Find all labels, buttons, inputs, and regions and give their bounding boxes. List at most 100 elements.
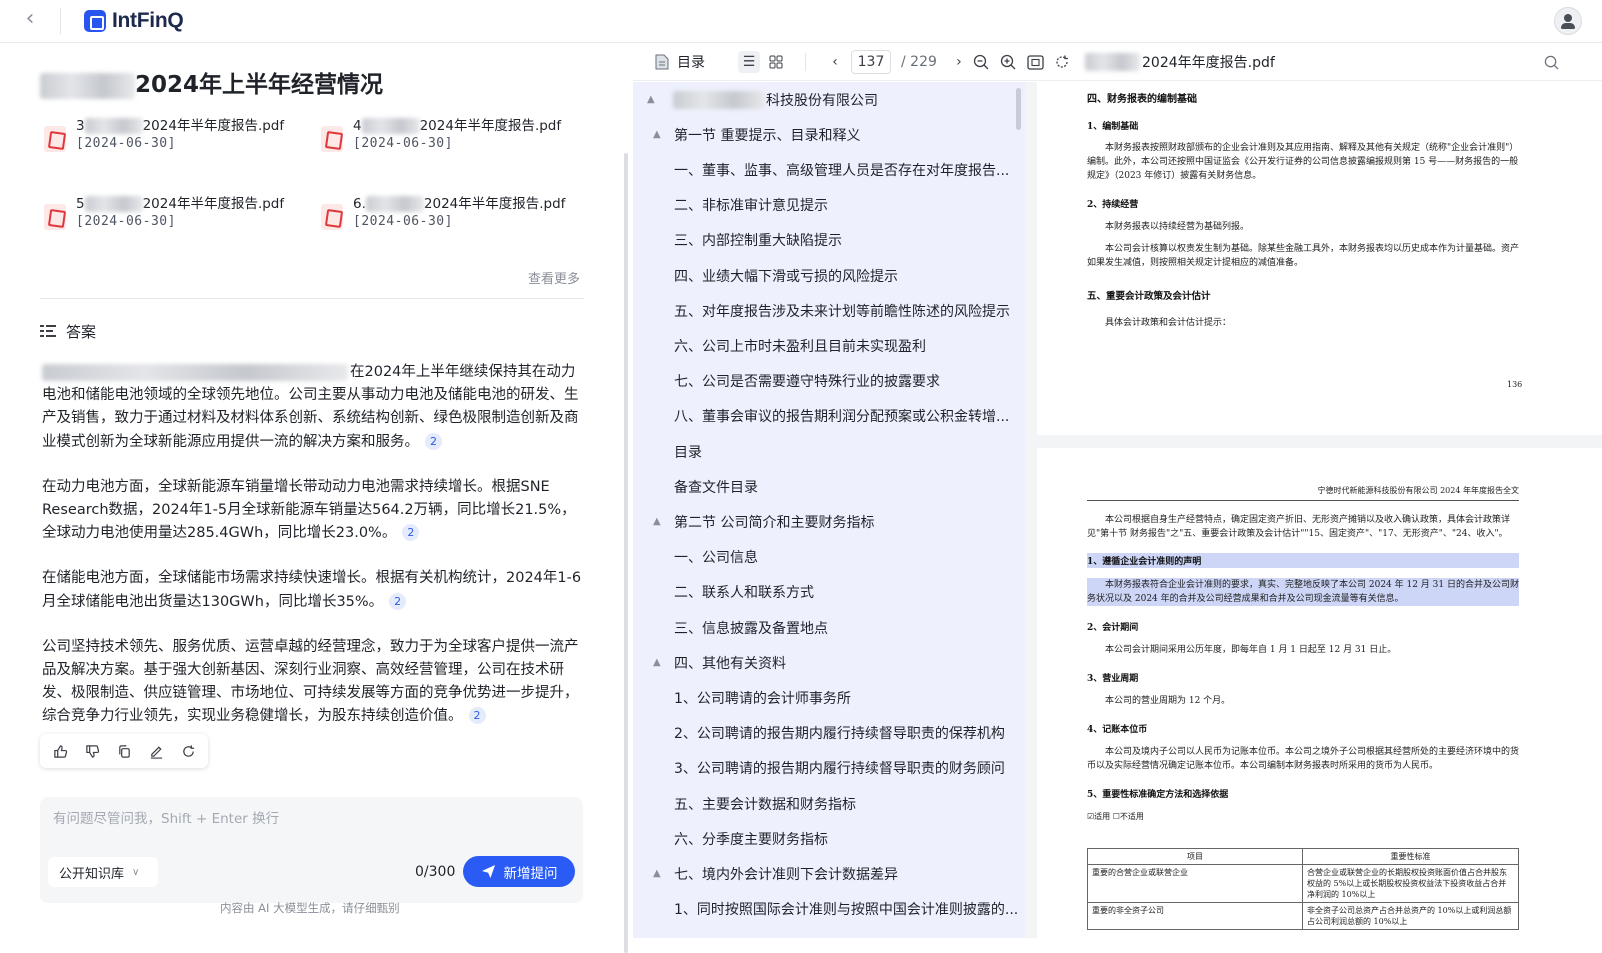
copy-icon[interactable] (108, 734, 140, 768)
citation-badge[interactable]: 2 (425, 432, 442, 450)
pdf-paragraph: ☑适用 ☐不适用 (1087, 812, 1144, 821)
toc-label: 目录 (677, 55, 705, 71)
ai-disclaimer: 内容由 AI 大模型生成，请仔细甄别 (220, 901, 400, 915)
pdf-table-cell: 重要的非全资子公司 (1087, 902, 1303, 930)
app-logo[interactable]: IntFinQ (84, 7, 184, 35)
pdf-heading-highlighted: 1、遵循企业会计准则的声明 (1087, 553, 1519, 568)
pdf-icon (44, 204, 66, 230)
toc-item[interactable]: 三、内部控制重大缺陷提示 (633, 223, 1025, 258)
pdf-table-cell: 合营企业或联营企业的长期股权投资账面价值占合并股东权益的 5%以上或长期股权投资… (1302, 864, 1519, 903)
divider (60, 8, 61, 34)
edit-icon[interactable] (140, 734, 172, 768)
regenerate-icon[interactable] (172, 734, 204, 768)
see-more-link[interactable]: 查看更多 (528, 268, 580, 287)
zoom-controls (971, 43, 1072, 81)
toc-item[interactable]: 六、公司上市时未盈利且目前未实现盈利 (633, 328, 1025, 363)
submit-question-button[interactable]: 新增提问 (463, 856, 575, 887)
toc-item[interactable]: 一、董事、监事、高级管理人员是否存在对年度报告... (633, 152, 1025, 187)
toc-item-label: 五、对年度报告涉及未来计划等前瞻性陈述的风险提示 (674, 303, 1010, 320)
toc-item[interactable]: 目录 (633, 434, 1025, 469)
source-doc-card[interactable]: 4 2024年半年度报告.pdf [2024-06-30] (321, 116, 581, 176)
answer-body: 在2024年上半年继续保持其在动力电池和储能电池领域的全球领先地位。公司主要从事… (42, 361, 587, 751)
grid-view-icon[interactable] (766, 52, 786, 72)
toc-item-label: 三、信息披露及备置地点 (674, 620, 828, 637)
page-total: / 229 (901, 54, 937, 70)
collapse-caret-icon[interactable]: ▲ (653, 129, 661, 140)
toc-item[interactable]: 五、对年度报告涉及未来计划等前瞻性陈述的风险提示 (633, 293, 1025, 328)
fit-page-icon[interactable] (1025, 52, 1045, 72)
collapse-caret-icon[interactable]: ▲ (647, 94, 655, 105)
toc-item[interactable]: 三、信息披露及备置地点 (633, 610, 1025, 645)
pdf-heading: 四、财务报表的编制基础 (1087, 94, 1197, 105)
toc-item[interactable]: 七、公司是否需要遵守特殊行业的披露要求 (633, 364, 1025, 399)
rotate-icon[interactable] (1052, 52, 1072, 72)
toc-item[interactable]: 2、公司聘请的报告期内履行持续督导职责的保荐机构 (633, 716, 1025, 751)
pdf-paragraph: 具体会计政策和会计估计提示： (1105, 318, 1232, 328)
citation-badge[interactable]: 2 (389, 592, 407, 610)
toc-item-label: 三、内部控制重大缺陷提示 (674, 233, 842, 250)
pdf-heading: 1、编制基础 (1087, 122, 1139, 132)
toc-scrollbar[interactable] (1016, 88, 1021, 130)
pdf-paragraph-highlighted: 本财务报表符合企业会计准则的要求，真实、完整地反映了本公司 2024 年 12 … (1087, 578, 1519, 606)
thumbs-down-icon[interactable] (76, 734, 108, 768)
toc-item[interactable]: 一、公司信息 (633, 540, 1025, 575)
toc-item[interactable]: 四、业绩大幅下滑或亏损的风险提示 (633, 258, 1025, 293)
back-icon[interactable]: ‹ (18, 8, 42, 32)
toc-toggle[interactable]: 目录 (655, 43, 705, 81)
toc-item[interactable]: ▲ 七、境内外会计准则下会计数据差异 (633, 856, 1025, 891)
toc-item[interactable]: 六、分季度主要财务指标 (633, 821, 1025, 856)
question-input[interactable] (53, 811, 563, 827)
collapse-caret-icon[interactable]: ▲ (653, 657, 661, 668)
source-doc-date: [2024-06-30] (76, 214, 176, 229)
toc-item[interactable]: 1、公司聘请的会计师事务所 (633, 680, 1025, 715)
answer-section-header: 答案 (40, 321, 96, 342)
toc-item-label: 3、公司聘请的报告期内履行持续督导职责的财务顾问 (674, 761, 1005, 778)
citation-badge[interactable]: 2 (468, 707, 486, 725)
file-name: 2024年年度报告.pdf (1085, 43, 1275, 81)
answer-section-label: 答案 (66, 323, 97, 341)
toc-item-label: 二、非标准审计意见提示 (674, 198, 828, 215)
list-view-icon[interactable]: ☰ (738, 51, 760, 73)
pdf-heading: 2、持续经营 (1087, 200, 1139, 210)
collapse-caret-icon[interactable]: ▲ (653, 868, 661, 879)
pdf-page-content: 四、财务报表的编制基础 1、编制基础 本财务报表按照财政部颁布的企业会计准则及其… (1087, 90, 1522, 330)
knowledge-base-label: 公开知识库 (59, 866, 125, 882)
next-page-icon[interactable]: › (949, 52, 969, 72)
thumbs-up-icon[interactable] (44, 734, 76, 768)
search-icon[interactable] (1541, 52, 1561, 72)
source-doc-card[interactable]: 6. 2024年半年度报告.pdf [2024-06-30] (321, 194, 581, 254)
toc-item-label: 四、其他有关资料 (674, 655, 786, 672)
divider (40, 298, 584, 299)
source-doc-date: [2024-06-30] (353, 136, 453, 151)
logo-icon (84, 10, 106, 32)
toc-item[interactable]: ▲ 第一节 重要提示、目录和释义 (633, 117, 1025, 152)
pdf-table-header: 重要性标准 (1302, 848, 1519, 865)
toc-item[interactable]: 备查文件目录 (633, 469, 1025, 504)
toc-item[interactable]: 3、公司聘请的报告期内履行持续督导职责的财务顾问 (633, 751, 1025, 786)
toc-item[interactable]: 八、董事会审议的报告期利润分配预案或公积金转增... (633, 399, 1025, 434)
pdf-paragraph: 本公司根据自身生产经营特点，确定固定资产折旧、无形资产摊销以及收入确认政策，具体… (1087, 515, 1511, 539)
collapse-caret-icon[interactable]: ▲ (653, 516, 661, 527)
page-number-input[interactable]: 137 (851, 50, 891, 74)
toc-item[interactable]: 五、主要会计数据和财务指标 (633, 786, 1025, 821)
toc-item[interactable]: 1、同时按照国际会计准则与按照中国会计准则披露的... (633, 892, 1025, 927)
zoom-out-icon[interactable] (971, 52, 991, 72)
source-doc-card[interactable]: 5 2024年半年度报告.pdf [2024-06-30] (44, 194, 304, 254)
toc-item-label: 五、主要会计数据和财务指标 (674, 796, 856, 813)
toc-item[interactable]: ▲ 科技股份有限公司 (633, 82, 1025, 117)
knowledge-base-select[interactable]: 公开知识库 ∨ (48, 857, 158, 887)
citation-badge[interactable]: 2 (402, 524, 420, 542)
prev-page-icon[interactable]: ‹ (825, 52, 845, 72)
pdf-icon (321, 126, 343, 152)
toc-item-label: 六、公司上市时未盈利且目前未实现盈利 (674, 338, 926, 355)
toc-item-label: 六、分季度主要财务指标 (674, 831, 828, 848)
toc-item[interactable]: 二、联系人和联系方式 (633, 575, 1025, 610)
toc-item[interactable]: ▲ 第二节 公司简介和主要财务指标 (633, 504, 1025, 539)
source-doc-card[interactable]: 3 2024年半年度报告.pdf [2024-06-30] (44, 116, 304, 176)
left-scrollbar[interactable] (624, 153, 628, 953)
toc-item[interactable]: 二、非标准审计意见提示 (633, 188, 1025, 223)
user-avatar-icon[interactable] (1554, 7, 1582, 35)
zoom-in-icon[interactable] (998, 52, 1018, 72)
toc-item[interactable]: ▲ 四、其他有关资料 (633, 645, 1025, 680)
redacted-company (673, 90, 765, 109)
